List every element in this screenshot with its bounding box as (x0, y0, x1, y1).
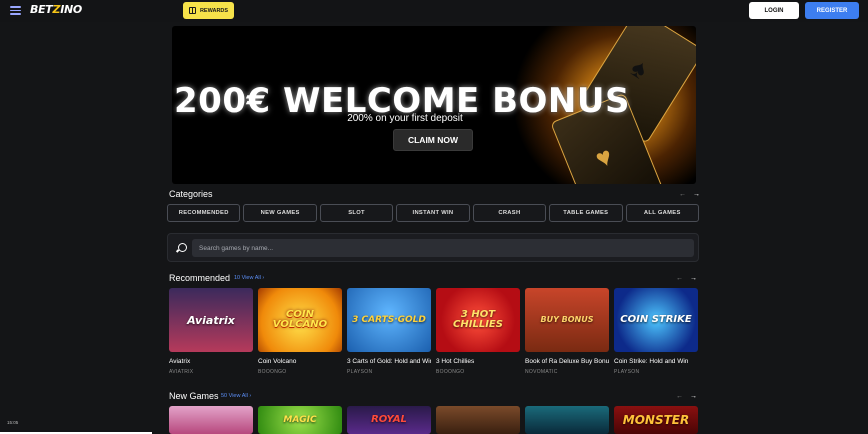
game-card[interactable]: 3 CARTS·GOLD 3 Carts of Gold: Hold and W… (347, 288, 431, 375)
game-thumbnail[interactable]: MONSTER (614, 406, 698, 434)
game-thumbnail[interactable]: COIN VOLCANO (258, 288, 342, 352)
arrow-right-icon[interactable]: → (690, 393, 697, 400)
logo-text-ino: INO (60, 3, 82, 16)
view-all-label: 50 View All (221, 393, 248, 399)
search-input[interactable] (192, 239, 694, 257)
view-all-label: 10 View All (234, 275, 261, 281)
tab-table-games[interactable]: TABLE GAMES (549, 204, 623, 222)
game-provider: PLAYSON (614, 369, 640, 375)
thumb-title: COIN VOLCANO (272, 309, 328, 330)
status-clock: 15:05 (7, 420, 19, 425)
thumb-title: Aviatrix (187, 313, 235, 327)
thumb-title: COIN STRIKE (620, 314, 692, 325)
tab-crash[interactable]: CRASH (472, 204, 547, 222)
recommended-view-all-link[interactable]: 10 View All › (234, 275, 264, 281)
game-thumbnail[interactable] (169, 406, 253, 434)
register-button[interactable]: REGISTER (805, 2, 859, 19)
chevron-right-icon: › (249, 393, 252, 399)
game-card[interactable] (169, 406, 253, 434)
game-thumbnail[interactable]: BUY BONUS (525, 288, 609, 352)
game-card[interactable]: COIN VOLCANO Coin Volcano BOOONGO (258, 288, 342, 375)
thumb-title: MAGIC (283, 414, 317, 425)
search-bar (167, 233, 699, 262)
rewards-label: REWARDS (199, 7, 229, 14)
game-thumbnail[interactable]: 3 HOT CHILLIES (436, 288, 520, 352)
thumb-title: BUY BONUS (540, 315, 594, 324)
categories-arrows: ← → (679, 191, 700, 198)
betzino-logo[interactable]: BETZINO (30, 3, 82, 16)
game-card[interactable] (525, 406, 609, 434)
claim-now-button[interactable]: CLAIM NOW (393, 129, 473, 151)
game-card[interactable]: ROYAL (347, 406, 431, 434)
gift-icon (188, 7, 196, 14)
game-thumbnail[interactable] (525, 406, 609, 434)
welcome-bonus-banner[interactable]: ♠ ♥ 200€ WELCOME BONUS 200% on your firs… (172, 26, 696, 184)
new-games-view-all-link[interactable]: 50 View All › (221, 393, 251, 399)
recommended-arrows: ← → (676, 275, 697, 282)
game-card[interactable]: BUY BONUS Book of Ra Deluxe Buy Bonus NO… (525, 288, 609, 375)
arrow-left-icon[interactable]: ← (676, 275, 683, 282)
rewards-button[interactable]: REWARDS (183, 2, 234, 19)
arrow-left-icon[interactable]: ← (676, 393, 683, 400)
arrow-left-icon[interactable]: ← (679, 191, 686, 198)
tab-all-games[interactable]: ALL GAMES (625, 204, 699, 222)
game-thumbnail[interactable]: 3 CARTS·GOLD (347, 288, 431, 352)
categories-title: Categories (169, 189, 213, 199)
tab-instant-win[interactable]: INSTANT WIN (396, 204, 470, 222)
login-button[interactable]: LOGIN (749, 2, 799, 19)
category-tabs: RECOMMENDED NEW GAMES SLOT INSTANT WIN C… (167, 204, 699, 222)
game-card[interactable]: COIN STRIKE Coin Strike: Hold and Win PL… (614, 288, 698, 375)
search-icon[interactable] (178, 243, 187, 252)
chevron-right-icon: › (262, 275, 265, 281)
thumb-title: 3 CARTS·GOLD (352, 314, 426, 325)
game-thumbnail[interactable]: ROYAL (347, 406, 431, 434)
thumb-title: MONSTER (622, 413, 690, 427)
hamburger-menu-icon[interactable] (10, 6, 21, 15)
game-thumbnail[interactable]: COIN STRIKE (614, 288, 698, 352)
game-card[interactable]: MONSTER (614, 406, 698, 434)
arrow-right-icon[interactable]: → (690, 275, 697, 282)
top-navigation-bar: BETZINO REWARDS LOGIN REGISTER (0, 0, 868, 22)
game-card[interactable] (436, 406, 520, 434)
game-name: 3 Hot Chillies (436, 358, 475, 365)
game-name: 3 Carts of Gold: Hold and Win (347, 358, 431, 365)
game-thumbnail[interactable]: MAGIC (258, 406, 342, 434)
heart-icon: ♥ (590, 140, 617, 175)
game-provider: BOOONGO (258, 369, 287, 375)
game-provider: AVIATRIX (169, 369, 194, 375)
recommended-games-list: Aviatrix Aviatrix AVIATRIX COIN VOLCANO … (169, 288, 699, 375)
game-name: Book of Ra Deluxe Buy Bonus (525, 358, 609, 365)
game-provider: PLAYSON (347, 369, 373, 375)
game-thumbnail[interactable] (436, 406, 520, 434)
game-card[interactable]: MAGIC (258, 406, 342, 434)
new-games-arrows: ← → (676, 393, 697, 400)
game-card[interactable]: Aviatrix Aviatrix AVIATRIX (169, 288, 253, 375)
tab-slot[interactable]: SLOT (319, 204, 394, 222)
banner-subtitle: 200% on your first deposit (347, 113, 463, 124)
arrow-right-icon[interactable]: → (693, 191, 700, 198)
game-name: Coin Volcano (258, 358, 297, 365)
game-name: Aviatrix (169, 358, 191, 365)
new-games-list: MAGIC ROYAL MONSTER (169, 406, 699, 434)
game-card[interactable]: 3 HOT CHILLIES 3 Hot Chillies BOOONGO (436, 288, 520, 375)
recommended-title: Recommended (169, 273, 231, 283)
thumb-title: 3 HOT CHILLIES (453, 309, 503, 330)
logo-text-bet: BET (30, 3, 53, 16)
game-name: Coin Strike: Hold and Win (614, 358, 689, 365)
thumb-title: ROYAL (371, 414, 407, 425)
tab-new-games[interactable]: NEW GAMES (243, 204, 317, 222)
game-thumbnail[interactable]: Aviatrix (169, 288, 253, 352)
game-provider: BOOONGO (436, 369, 465, 375)
new-games-title: New Games (169, 391, 219, 401)
tab-recommended[interactable]: RECOMMENDED (167, 204, 241, 222)
game-provider: NOVOMATIC (525, 369, 558, 375)
